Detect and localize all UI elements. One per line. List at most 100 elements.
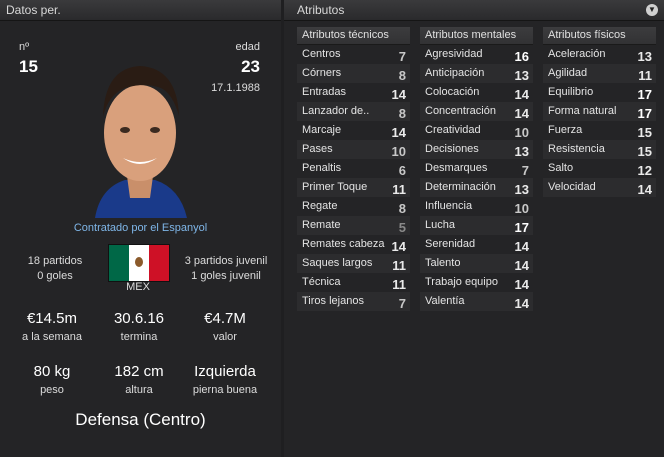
attribute-row[interactable]: Tiros lejanos 7 xyxy=(297,292,410,311)
attribute-row[interactable]: Córners 8 xyxy=(297,64,410,83)
attribute-row[interactable]: Talento 14 xyxy=(420,254,533,273)
attributes-panel: Atributos ▼ Atributos técnicos Centros 7 C… xyxy=(284,0,664,457)
attribute-row[interactable]: Determinación 13 xyxy=(420,178,533,197)
attribute-name: Resistencia xyxy=(548,143,605,155)
attribute-name: Agilidad xyxy=(548,67,588,79)
personal-details-panel: Datos per. nº 15 edad 23 17.1.1988 Contr… xyxy=(0,0,281,457)
attribute-row[interactable]: Técnica 11 xyxy=(297,273,410,292)
attribute-name: Creatividad xyxy=(425,124,481,136)
mental-attributes-column: Atributos mentales Agresividad 16 Anticipa… xyxy=(420,27,533,311)
player-position: Defensa (Centro) xyxy=(75,410,206,429)
senior-goals: 0 goles xyxy=(37,270,73,282)
attribute-row[interactable]: Agresividad 16 xyxy=(420,45,533,64)
attribute-row[interactable]: Penaltis 6 xyxy=(297,159,410,178)
attribute-value: 14 xyxy=(514,296,529,311)
technical-attributes-column: Atributos técnicos Centros 7 Córners 8 Entra… xyxy=(297,27,410,311)
attribute-row[interactable]: Agilidad 11 xyxy=(543,64,656,83)
attribute-name: Lanzador de.. xyxy=(302,105,370,117)
flag-emblem-icon xyxy=(135,257,143,267)
attribute-row[interactable]: Salto 12 xyxy=(543,159,656,178)
weight-label: peso xyxy=(40,384,64,396)
attribute-row[interactable]: Resistencia 15 xyxy=(543,140,656,159)
attribute-row[interactable]: Remates cabeza 14 xyxy=(297,235,410,254)
weight-value: 80 kg xyxy=(33,363,71,380)
attribute-row[interactable]: Decisiones 13 xyxy=(420,140,533,159)
attribute-row[interactable]: Trabajo equipo 14 xyxy=(420,273,533,292)
attribute-name: Técnica xyxy=(302,276,341,288)
attribute-name: Marcaje xyxy=(302,124,342,136)
attribute-name: Entradas xyxy=(302,86,347,98)
attribute-row[interactable]: Saques largos 11 xyxy=(297,254,410,273)
attribute-row[interactable]: Pases 10 xyxy=(297,140,410,159)
attribute-name: Forma natural xyxy=(548,105,617,117)
height-label: altura xyxy=(125,384,153,396)
attribute-row[interactable]: Colocación 14 xyxy=(420,83,533,102)
personal-details-header: Datos per. xyxy=(0,0,281,21)
attribute-name: Regate xyxy=(302,200,338,212)
attributes-header: Atributos ▼ xyxy=(284,0,664,21)
attribute-value: 7 xyxy=(398,296,406,311)
attribute-row[interactable]: Desmarques 7 xyxy=(420,159,533,178)
attribute-row[interactable]: Primer Toque 11 xyxy=(297,178,410,197)
attribute-name: Anticipación xyxy=(425,67,485,79)
attribute-name: Decisiones xyxy=(425,143,479,155)
contract-club-text[interactable]: Contratado por el Espanyol xyxy=(0,222,281,234)
attribute-row[interactable]: Marcaje 14 xyxy=(297,121,410,140)
contract-end-value: 30.6.16 xyxy=(113,310,165,327)
transfer-value: €4.7M xyxy=(204,310,246,327)
youth-matches: 3 partidos juvenil xyxy=(184,255,268,267)
attribute-name: Salto xyxy=(548,162,574,174)
chevron-down-icon[interactable]: ▼ xyxy=(646,4,658,16)
attribute-name: Pases xyxy=(302,143,333,155)
wage-value: €14.5m xyxy=(26,310,78,327)
attribute-name: Determinación xyxy=(425,181,496,193)
attribute-row[interactable]: Influencia 10 xyxy=(420,197,533,216)
attribute-value: 14 xyxy=(637,182,652,197)
attribute-row[interactable]: Serenidad 14 xyxy=(420,235,533,254)
birthdate: 17.1.1988 xyxy=(211,82,260,94)
attribute-row[interactable]: Centros 7 xyxy=(297,45,410,64)
attribute-name: Desmarques xyxy=(425,162,488,174)
attribute-row[interactable]: Fuerza 15 xyxy=(543,121,656,140)
attribute-name: Saques largos xyxy=(302,257,373,269)
attribute-row[interactable]: Velocidad 14 xyxy=(543,178,656,197)
attribute-name: Serenidad xyxy=(425,238,476,250)
attribute-name: Lucha xyxy=(425,219,455,231)
attribute-row[interactable]: Anticipación 13 xyxy=(420,64,533,83)
age-label: edad xyxy=(235,41,260,53)
attribute-name: Trabajo equipo xyxy=(425,276,498,288)
squad-number: 15 xyxy=(19,57,38,76)
attribute-row[interactable]: Concentración 14 xyxy=(420,102,533,121)
attribute-row[interactable]: Regate 8 xyxy=(297,197,410,216)
attribute-name: Fuerza xyxy=(548,124,583,136)
youth-goals: 1 goles juvenil xyxy=(191,270,261,282)
attribute-name: Equilibrio xyxy=(548,86,594,98)
flag-stripe-green xyxy=(109,245,129,281)
attribute-row[interactable]: Valentía 14 xyxy=(420,292,533,311)
attributes-title: Atributos xyxy=(297,3,345,17)
attribute-row[interactable]: Entradas 14 xyxy=(297,83,410,102)
age-value: 23 xyxy=(241,57,260,76)
attribute-name: Tiros lejanos xyxy=(302,295,364,307)
preferred-foot-label: pierna buena xyxy=(192,384,258,396)
contract-end-label: termina xyxy=(120,331,158,343)
attribute-row[interactable]: Creatividad 10 xyxy=(420,121,533,140)
attribute-name: Penaltis xyxy=(302,162,342,174)
attribute-row[interactable]: Remate 5 xyxy=(297,216,410,235)
attribute-row[interactable]: Aceleración 13 xyxy=(543,45,656,64)
flag-stripe-red xyxy=(149,245,169,281)
attribute-name: Remates cabeza xyxy=(302,238,385,250)
attribute-row[interactable]: Forma natural 17 xyxy=(543,102,656,121)
wage-label: a la semana xyxy=(22,331,82,343)
senior-matches: 18 partidos xyxy=(27,255,83,267)
attribute-row[interactable]: Lucha 17 xyxy=(420,216,533,235)
attribute-name: Velocidad xyxy=(548,181,596,193)
flag-stripe-white xyxy=(129,245,149,281)
attribute-row[interactable]: Equilibrio 17 xyxy=(543,83,656,102)
attribute-name: Agresividad xyxy=(425,48,483,60)
squad-number-label: nº xyxy=(19,41,30,53)
nation-code: MEX xyxy=(126,281,150,293)
attribute-name: Córners xyxy=(302,67,342,79)
attribute-row[interactable]: Lanzador de.. 8 xyxy=(297,102,410,121)
nation-flag[interactable] xyxy=(108,244,170,282)
